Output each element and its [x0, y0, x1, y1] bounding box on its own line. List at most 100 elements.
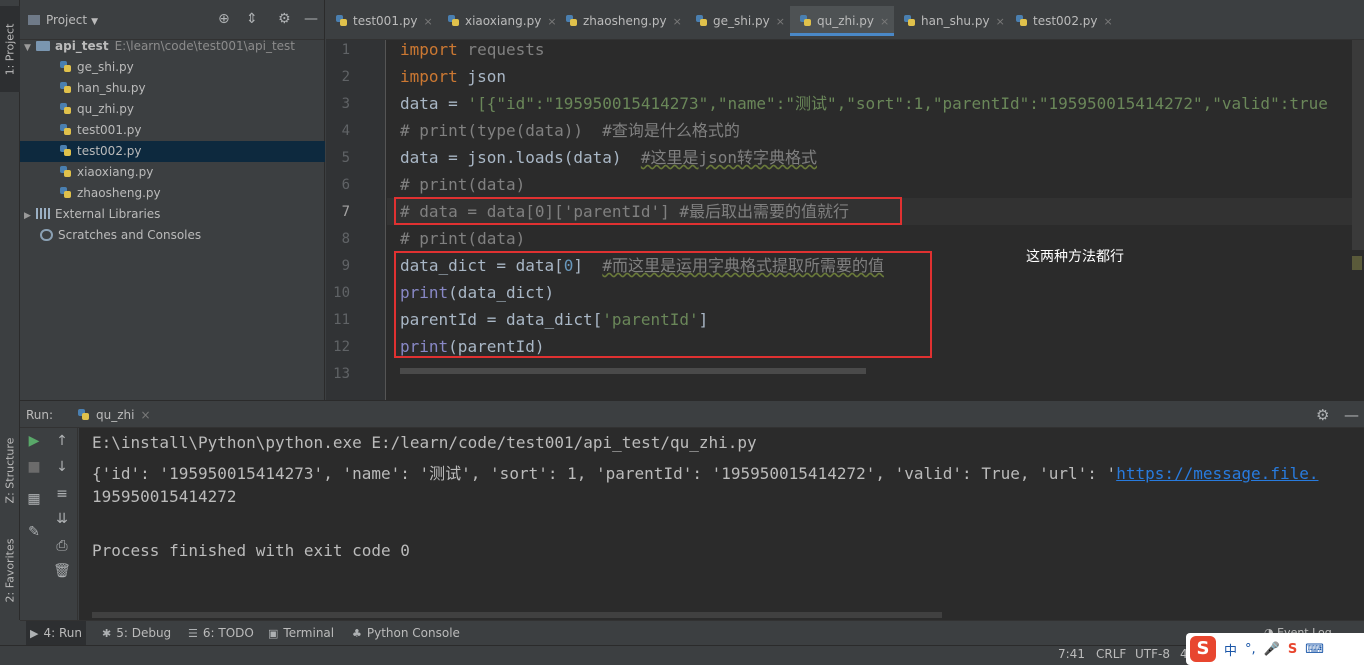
collapse-all-icon[interactable]: ⇕	[246, 11, 258, 27]
python-file-icon	[800, 15, 812, 27]
tree-file-item[interactable]: ge_shi.py	[20, 57, 325, 78]
close-icon[interactable]: ×	[880, 15, 889, 28]
trash-icon[interactable]: 🗑	[48, 563, 76, 579]
code-line: import json	[400, 67, 506, 94]
editor-horizontal-scrollbar[interactable]	[400, 368, 866, 374]
line-separator[interactable]: CRLF	[1096, 647, 1126, 661]
keyboard-icon[interactable]: ⌨	[1305, 642, 1324, 657]
keyword-token: import	[400, 67, 458, 86]
tree-scratches[interactable]: Scratches and Consoles	[20, 225, 325, 246]
editor-tab[interactable]: zhaosheng.py ×	[556, 6, 686, 36]
run-label: Run:	[26, 408, 54, 422]
line-number: 12	[333, 339, 350, 355]
scratches-label: Scratches and Consoles	[58, 228, 202, 242]
close-icon[interactable]: ×	[140, 408, 150, 422]
editor-tab[interactable]: xiaoxiang.py ×	[438, 6, 557, 36]
editor-tab[interactable]: ge_shi.py ×	[686, 6, 790, 36]
ime-punctuation-toggle[interactable]: °,	[1245, 642, 1256, 657]
hide-panel-icon[interactable]: —	[1344, 406, 1359, 424]
ime-toolbar[interactable]: S 中 °, 🎤 S ⌨	[1186, 633, 1364, 665]
tree-external-libraries[interactable]: ▶ External Libraries	[20, 204, 325, 225]
arrow-down-icon[interactable]: ↓	[48, 459, 76, 475]
editor-vertical-scrollbar[interactable]	[1352, 40, 1364, 250]
line-number: 13	[333, 366, 350, 382]
project-panel: Project ▼ ⊕ ⇕ ⚙ — ▼ api_test E:\learn\code\…	[20, 0, 325, 400]
python-file-icon	[60, 187, 72, 199]
highlight-box-method-one	[394, 197, 902, 225]
tree-file-item[interactable]: test001.py	[20, 120, 325, 141]
file-name: test001.py	[77, 123, 142, 137]
gear-icon[interactable]: ⚙	[1316, 406, 1329, 424]
close-icon[interactable]: ×	[1103, 15, 1112, 28]
ime-logo-icon[interactable]: S	[1190, 636, 1216, 662]
python-file-icon	[60, 124, 72, 136]
rerun-icon[interactable]: ▶	[20, 433, 48, 449]
tree-file-item[interactable]: xiaoxiang.py	[20, 162, 325, 183]
file-name: ge_shi.py	[77, 60, 134, 74]
project-view-selector[interactable]: Project ▼	[28, 13, 98, 27]
terminal-tool-button[interactable]: ▣ Terminal	[264, 621, 338, 646]
close-icon[interactable]: ×	[776, 15, 785, 28]
python-file-icon	[566, 15, 578, 27]
todo-tool-button[interactable]: ☰ 6: TODO	[184, 621, 258, 646]
editor-tab-label: test001.py	[353, 14, 418, 28]
editor-tab-active[interactable]: qu_zhi.py ×	[790, 6, 894, 36]
close-icon[interactable]: ×	[996, 15, 1005, 28]
python-console-icon: ♣	[352, 627, 362, 640]
scroll-to-end-icon[interactable]: ⇊	[48, 511, 76, 527]
python-file-icon	[60, 145, 72, 157]
ime-language-toggle[interactable]: 中	[1224, 640, 1237, 659]
run-console-output[interactable]: E:\install\Python\python.exe E:/learn/co…	[79, 428, 1364, 620]
caret-position[interactable]: 7:41	[1058, 647, 1085, 661]
arrow-up-icon[interactable]: ↑	[48, 433, 76, 449]
tool-tab-favorites-label: 2: Favorites	[3, 538, 17, 602]
terminal-icon: ▣	[268, 627, 279, 640]
layout-icon[interactable]: ▦	[20, 491, 48, 507]
console-horizontal-scrollbar[interactable]	[92, 612, 942, 618]
tree-file-item[interactable]: han_shu.py	[20, 78, 325, 99]
gear-icon[interactable]: ⚙	[278, 11, 291, 27]
expand-arrow-icon[interactable]: ▶	[24, 206, 36, 227]
microphone-icon[interactable]: 🎤	[1264, 642, 1280, 657]
code-line: data = json.loads(data) #这里是json转字典格式	[400, 148, 817, 175]
close-icon[interactable]: ×	[673, 15, 682, 28]
tool-tab-favorites[interactable]: 2: Favorites	[0, 530, 20, 610]
tree-root-folder[interactable]: ▼ api_test E:\learn\code\test001\api_test	[20, 36, 325, 57]
project-panel-header: Project ▼ ⊕ ⇕ ⚙ —	[20, 0, 324, 40]
editor-tab[interactable]: han_shu.py ×	[894, 6, 1006, 36]
bug-icon: ✱	[102, 627, 112, 640]
tool-tab-structure[interactable]: Z: Structure	[0, 430, 20, 510]
debug-tool-label: 5: Debug	[116, 626, 172, 640]
editor-scroll-marker[interactable]	[1352, 256, 1362, 270]
run-tab[interactable]: qu_zhi ×	[72, 401, 157, 429]
python-console-tool-button[interactable]: ♣ Python Console	[348, 621, 464, 646]
tree-file-item-selected[interactable]: test002.py	[20, 141, 325, 162]
library-icon	[36, 208, 50, 219]
tree-file-item[interactable]: zhaosheng.py	[20, 183, 325, 204]
close-icon[interactable]: ×	[423, 15, 432, 28]
soft-wrap-icon[interactable]: ≡	[48, 486, 76, 502]
debug-tool-button[interactable]: ✱ 5: Debug	[98, 621, 175, 646]
line-number: 2	[341, 69, 350, 85]
file-encoding[interactable]: UTF-8	[1135, 647, 1170, 661]
stop-icon[interactable]: ■	[20, 459, 48, 475]
editor-tab[interactable]: test002.py ×	[1006, 6, 1118, 36]
ime-skin-icon[interactable]: S	[1288, 642, 1297, 657]
print-icon[interactable]: ⎙	[48, 538, 76, 554]
code-line: data = '[{"id":"195950015414273","name":…	[400, 94, 1328, 121]
string-token: '[{"id":"195950015414273","name":"测试","s…	[467, 94, 1328, 113]
code-editor[interactable]: 1 2 3 4 5 6 7 8 9 10 11 12 13 import req…	[326, 40, 1364, 400]
hide-panel-icon[interactable]: —	[304, 11, 318, 27]
pin-icon[interactable]: ✎	[20, 524, 48, 540]
run-panel-header: Run: qu_zhi × ⚙ —	[20, 400, 1364, 428]
console-line: Process finished with exit code 0	[92, 541, 410, 560]
highlight-box-method-two	[394, 251, 932, 358]
tree-file-item[interactable]: qu_zhi.py	[20, 99, 325, 120]
expand-arrow-icon[interactable]: ▼	[24, 38, 36, 59]
locate-icon[interactable]: ⊕	[218, 11, 230, 27]
tool-tab-project[interactable]: 1: Project	[0, 6, 20, 92]
console-link[interactable]: https://message.file.	[1116, 464, 1318, 483]
python-file-icon	[60, 166, 72, 178]
run-tool-button[interactable]: ▶ 4: Run	[26, 621, 86, 646]
editor-tab[interactable]: test001.py ×	[326, 6, 438, 36]
